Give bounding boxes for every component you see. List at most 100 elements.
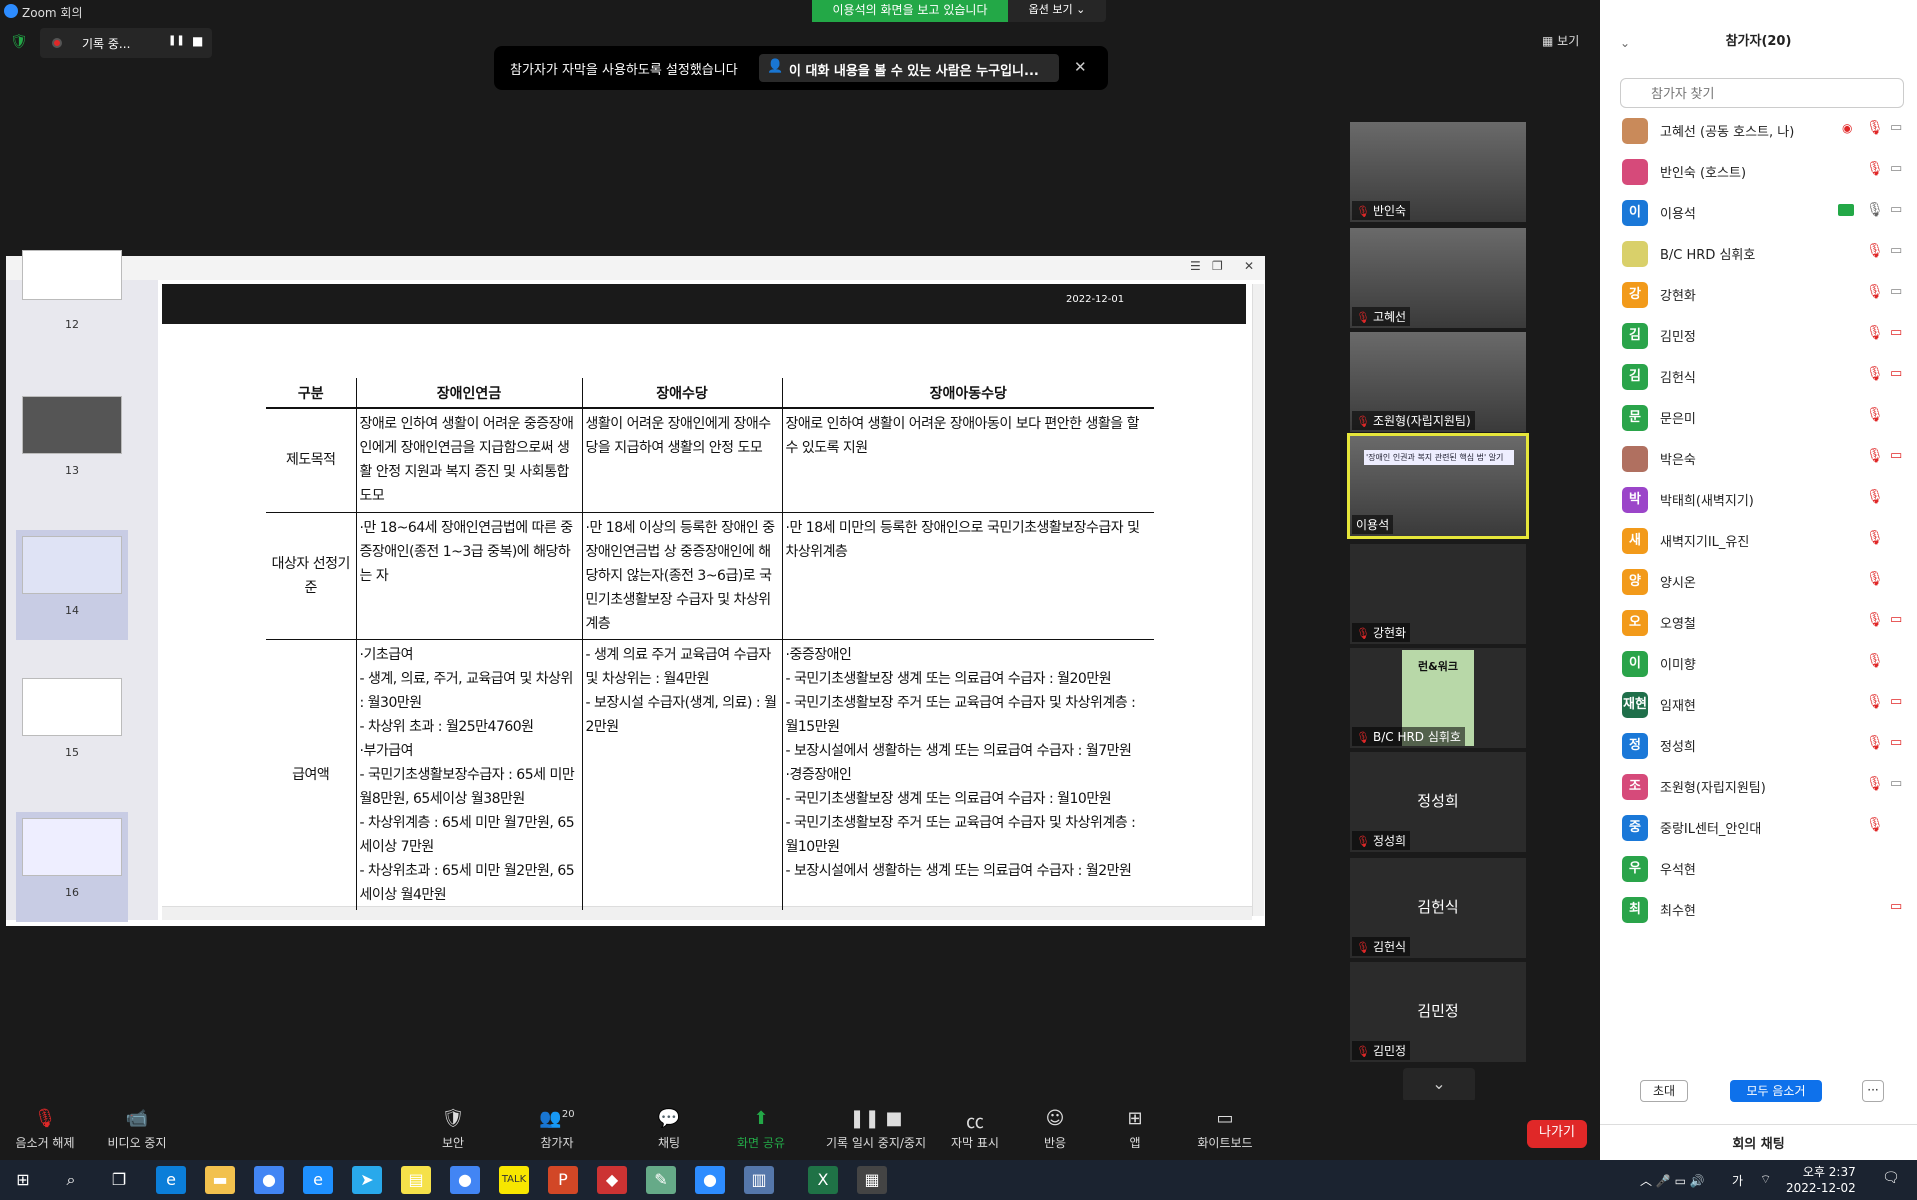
calculator-icon[interactable]: ▦ xyxy=(857,1166,887,1194)
mute-all-button[interactable]: 모두 음소거 xyxy=(1730,1080,1822,1102)
vertical-scrollbar[interactable] xyxy=(1252,284,1264,916)
view-options-button[interactable]: 옵션 보기 ⌄ xyxy=(1008,0,1106,22)
video-tile[interactable]: 🎙 반인숙 xyxy=(1350,122,1526,222)
participant-row[interactable]: 조 조원형(자립지원팀) 🎙 ▭ xyxy=(1600,766,1917,807)
slide-thumbnail[interactable]: 13 xyxy=(16,390,128,500)
whiteboard-button[interactable]: ▭ 화이트보드 xyxy=(1180,1108,1270,1151)
invite-button[interactable]: 초대 xyxy=(1640,1080,1688,1102)
security-button[interactable]: 🛡 보안 xyxy=(408,1108,498,1151)
slide-thumbnail[interactable]: 12 xyxy=(16,250,128,390)
camera-icon[interactable]: ▭ xyxy=(1890,202,1902,217)
video-tile[interactable]: '장애인 인권과 복지 관련된 핵심 법' 알기 이용석 xyxy=(1347,433,1529,539)
participant-row[interactable]: 이 이용석 🎙 ▭ xyxy=(1600,192,1917,233)
participant-row[interactable]: B/C HRD 심휘호 🎙 ▭ xyxy=(1600,233,1917,274)
paint-icon[interactable]: ✎ xyxy=(646,1166,676,1194)
mic-muted-icon[interactable]: 🎙 xyxy=(1866,120,1884,136)
share-screen-button[interactable]: ⬆ 화면 공유 xyxy=(716,1108,806,1151)
participant-row[interactable]: 박은숙 🎙 ▭ xyxy=(1600,438,1917,479)
mic-muted-icon[interactable]: 🎙 xyxy=(1866,489,1884,505)
stop-recording-icon[interactable]: ■ xyxy=(192,34,203,48)
zoom-taskbar-icon[interactable]: ● xyxy=(695,1166,725,1194)
powerpoint-icon[interactable]: P xyxy=(548,1166,578,1194)
mic-muted-icon[interactable]: 🎙 xyxy=(1866,407,1884,423)
mic-muted-icon[interactable]: 🎙 xyxy=(1866,776,1884,792)
caption-visibility-button[interactable]: 👤 이 대화 내용을 볼 수 있는 사람은 누구입니... xyxy=(759,54,1059,82)
camera-icon[interactable]: ▭ xyxy=(1890,284,1902,299)
participant-row[interactable]: 정 정성희 🎙 ▭ xyxy=(1600,725,1917,766)
leave-button[interactable]: 나가기 xyxy=(1527,1120,1587,1148)
video-tile[interactable]: 🎙 고혜선 xyxy=(1350,228,1526,328)
notification-icon[interactable]: 🗨 xyxy=(1882,1170,1900,1186)
captions-button[interactable]: ㏄ 자막 표시 xyxy=(930,1108,1020,1151)
slide-thumbnail[interactable]: 16 xyxy=(16,812,128,922)
app-icon[interactable]: ◆ xyxy=(597,1166,627,1194)
camera-off-icon[interactable]: ▭ xyxy=(1890,694,1902,709)
slide-thumbnail[interactable]: 15 xyxy=(16,672,128,782)
tray-icons[interactable]: ︿ 🎤 ▭ 🔊 xyxy=(1640,1172,1705,1189)
camera-off-icon[interactable]: ▭ xyxy=(1890,448,1902,463)
mic-muted-icon[interactable]: 🎙 xyxy=(1866,612,1884,628)
excel-icon[interactable]: X xyxy=(808,1166,838,1194)
camera-off-icon[interactable]: ▭ xyxy=(1890,366,1902,381)
video-tile[interactable]: 🎙 조원형(자립지원팀) xyxy=(1350,332,1526,432)
participant-row[interactable]: 고혜선 (공동 호스트, 나) ◉ 🎙 ▭ xyxy=(1600,110,1917,151)
camera-off-icon[interactable]: ▭ xyxy=(1890,735,1902,750)
camera-off-icon[interactable]: ▭ xyxy=(1890,612,1902,627)
pause-recording-icon[interactable]: ❚❚ xyxy=(168,35,185,46)
task-view-icon[interactable]: ❐ xyxy=(104,1166,134,1194)
participant-row[interactable]: 재현 임재현 🎙 ▭ xyxy=(1600,684,1917,725)
participant-row[interactable]: 강 강현화 🎙 ▭ xyxy=(1600,274,1917,315)
participant-row[interactable]: 중 중랑IL센터_안인대 🎙 xyxy=(1600,807,1917,848)
reactions-button[interactable]: ☺ 반응 xyxy=(1010,1108,1100,1151)
participant-row[interactable]: 새 새벽지기IL_유진 🎙 xyxy=(1600,520,1917,561)
sticky-notes-icon[interactable]: ▤ xyxy=(401,1166,431,1194)
close-notice-icon[interactable]: ✕ xyxy=(1074,58,1087,76)
record-pause-button[interactable]: ❚❚ ■ 기록 일시 중지/중지 xyxy=(816,1108,936,1151)
notepad-icon[interactable]: ▥ xyxy=(744,1166,774,1194)
camera-icon[interactable]: ▭ xyxy=(1890,120,1902,135)
video-stop-button[interactable]: 📹 비디오 중지 xyxy=(92,1108,182,1151)
participant-row[interactable]: 양 양시온 🎙 xyxy=(1600,561,1917,602)
video-tile[interactable]: 정성희 🎙 정성희 xyxy=(1350,752,1526,852)
participant-row[interactable]: 김 김헌식 🎙 ▭ xyxy=(1600,356,1917,397)
slide-thumbnails[interactable]: 12 13 14 15 16 xyxy=(6,250,158,922)
folder-icon[interactable]: ▬ xyxy=(205,1166,235,1194)
telegram-icon[interactable]: ➤ xyxy=(352,1166,382,1194)
participant-row[interactable]: 이 이미향 🎙 xyxy=(1600,643,1917,684)
ime-indicator[interactable]: 가 xyxy=(1732,1172,1743,1189)
participants-button[interactable]: 👥20 참가자 xyxy=(512,1108,602,1151)
chrome-icon[interactable]: ● xyxy=(254,1166,284,1194)
chrome-profile-icon[interactable]: ● xyxy=(450,1166,480,1194)
video-tile[interactable]: 🎙 강현화 xyxy=(1350,544,1526,644)
mic-muted-icon[interactable]: 🎙 xyxy=(1866,530,1884,546)
apps-button[interactable]: ⊞ 앱 xyxy=(1090,1108,1180,1151)
scroll-down-videos-button[interactable]: ⌄ xyxy=(1403,1068,1475,1102)
mic-muted-icon[interactable]: 🎙 xyxy=(1866,448,1884,464)
mic-muted-icon[interactable]: 🎙 xyxy=(1866,694,1884,710)
video-tile[interactable]: 런&워크 🎙 B/C HRD 심휘호 xyxy=(1350,648,1526,748)
taskbar-clock[interactable]: 오후 2:37 2022-12-02 xyxy=(1786,1164,1856,1196)
mic-muted-icon[interactable]: 🎙 xyxy=(1866,571,1884,587)
mic-muted-icon[interactable]: 🎙 xyxy=(1866,653,1884,669)
view-layout-button[interactable]: ▦ 보기 xyxy=(1542,32,1579,49)
mic-muted-icon[interactable]: 🎙 xyxy=(1866,366,1884,382)
participant-search-input[interactable] xyxy=(1620,78,1904,108)
participant-row[interactable]: 우 우석현 xyxy=(1600,848,1917,889)
participant-row[interactable]: 최 최수현 ▭ xyxy=(1600,889,1917,930)
participant-row[interactable]: 반인숙 (호스트) 🎙 ▭ xyxy=(1600,151,1917,192)
windows-start-icon[interactable]: ⊞ xyxy=(8,1166,38,1194)
participant-row[interactable]: 박 박태희(새벽지기) 🎙 xyxy=(1600,479,1917,520)
participant-row[interactable]: 김 김민정 🎙 ▭ xyxy=(1600,315,1917,356)
camera-off-icon[interactable]: ▭ xyxy=(1890,899,1902,914)
chat-button[interactable]: 💬 채팅 xyxy=(624,1108,714,1151)
more-options-button[interactable]: ··· xyxy=(1862,1080,1884,1102)
mic-muted-icon[interactable]: 🎙 xyxy=(1866,243,1884,259)
kakaotalk-icon[interactable]: TALK xyxy=(499,1166,529,1194)
participant-row[interactable]: 문 문은미 🎙 xyxy=(1600,397,1917,438)
mic-muted-icon[interactable]: 🎙 xyxy=(1866,735,1884,751)
unmute-button[interactable]: 🎙 음소거 해제 xyxy=(0,1108,90,1151)
edge-icon[interactable]: e xyxy=(156,1166,186,1194)
ie-icon[interactable]: e xyxy=(303,1166,333,1194)
network-icon[interactable]: ⌔ xyxy=(1760,1172,1771,1187)
mic-muted-icon[interactable]: 🎙 xyxy=(1866,161,1884,177)
